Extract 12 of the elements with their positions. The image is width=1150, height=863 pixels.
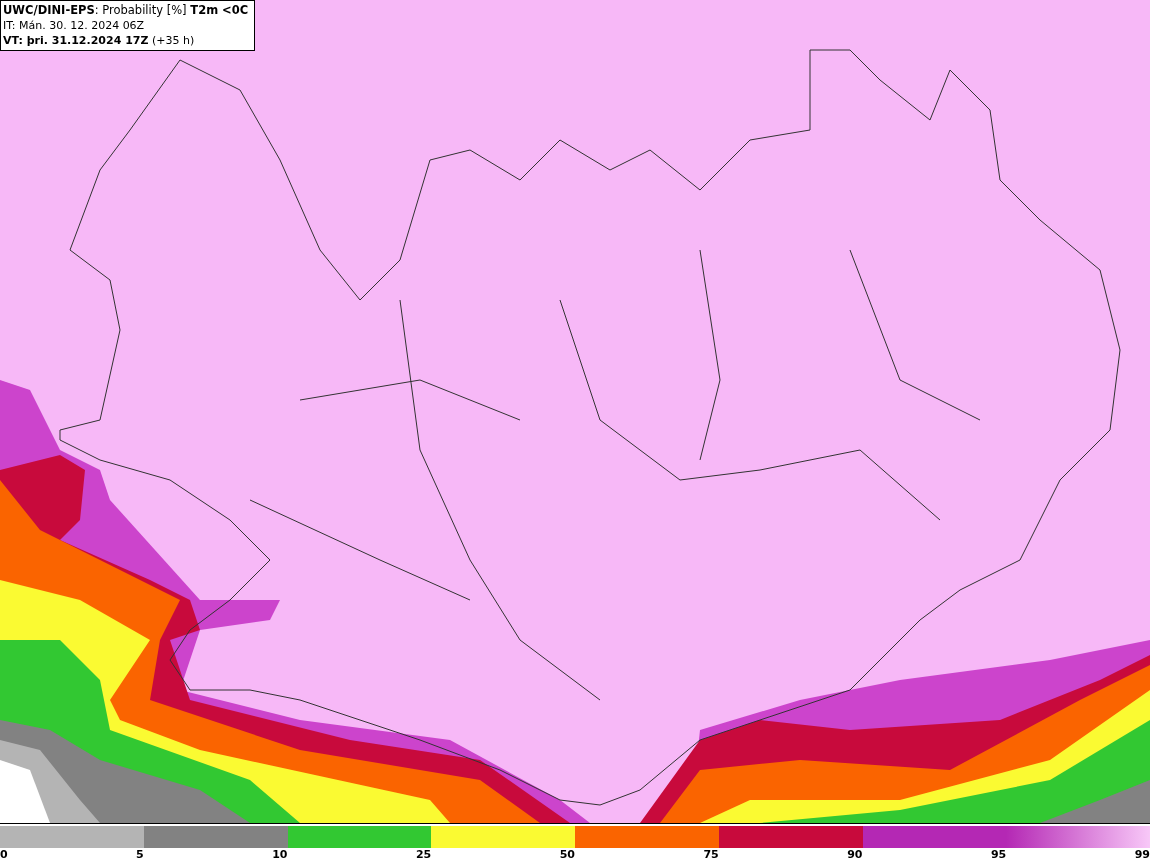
title-line: IT: Mán. 30. 12. 2024 06Z (3, 18, 146, 33)
scale-label: 50 (559, 848, 575, 862)
scale-label: 10 (272, 848, 288, 862)
title-line: VT: þri. 31.12.2024 17Z (+35 h) (3, 33, 196, 48)
scale-label: 95 (990, 848, 1007, 862)
title-line: UWC/DINI-EPS: Probability [%] T2m <0C (3, 3, 249, 18)
scale-label: 90 (847, 848, 863, 862)
scale-label: 0 (0, 848, 8, 862)
scale-label: 75 (703, 848, 719, 862)
scale-label: 5 (136, 848, 144, 862)
scale-label: 25 (415, 848, 432, 862)
scale-label: 99 (1134, 848, 1150, 862)
